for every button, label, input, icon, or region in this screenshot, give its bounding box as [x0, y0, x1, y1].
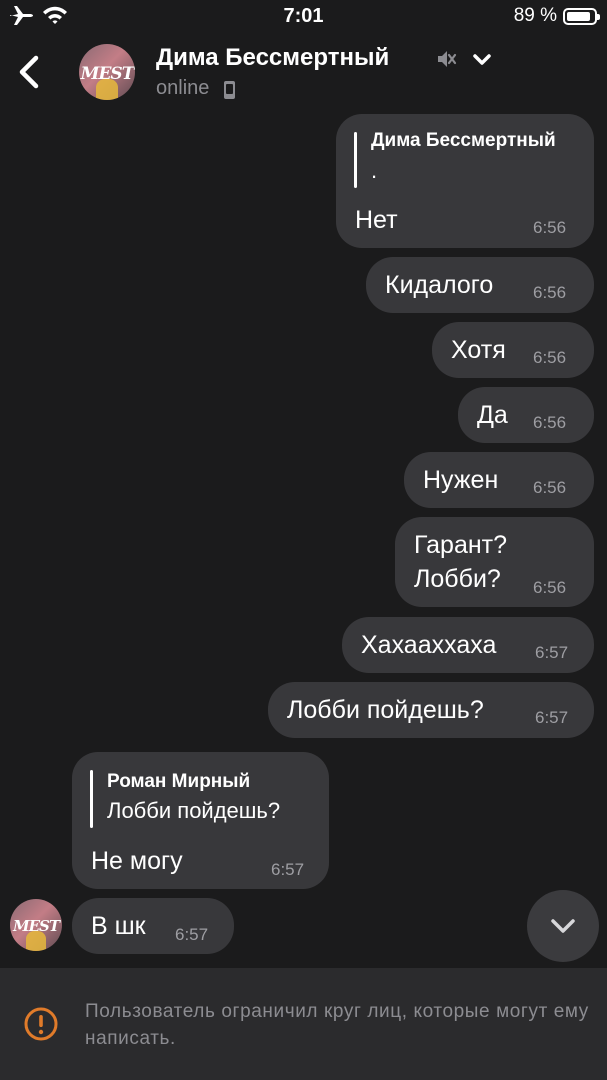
chevron-left-icon: [19, 55, 39, 89]
message-time: 6:56: [533, 413, 567, 432]
message-time: 6:56: [533, 348, 567, 367]
chat-header: MEST Дима Бессмертный online: [0, 34, 607, 114]
message-text: Лобби пойдешь?: [287, 696, 484, 724]
battery-icon: [563, 7, 600, 25]
message-time: 6:57: [271, 860, 305, 879]
mobile-device-icon: [224, 81, 235, 99]
message-time: 6:57: [535, 643, 569, 662]
message-time: 6:56: [533, 478, 567, 497]
status-right: 89 %: [513, 5, 600, 27]
message-bubble-incoming[interactable]: В шк 6:57: [72, 898, 234, 954]
message-text: В шк: [91, 912, 146, 940]
message-time: 6:56: [533, 578, 567, 597]
message-text-line1: Гарант?: [414, 531, 508, 559]
reply-bar: [90, 770, 93, 828]
sender-avatar[interactable]: MEST: [10, 899, 62, 951]
speaker-muted-icon: [438, 51, 457, 67]
battery-fill: [567, 11, 590, 21]
reply-bar: [354, 132, 357, 188]
message-bubble-outgoing[interactable]: Дима Бессмертный . Нет 6:56: [336, 114, 594, 248]
message-text: Хотя: [451, 336, 506, 364]
chevron-down-icon[interactable]: [471, 51, 493, 69]
message-time: 6:56: [533, 283, 567, 302]
reply-text: .: [371, 158, 378, 183]
message-time: 6:56: [533, 218, 567, 237]
back-button[interactable]: [12, 52, 48, 92]
message-text: Да: [477, 401, 508, 429]
reply-author: Дима Бессмертный: [371, 130, 556, 151]
restriction-text: Пользователь ограничил круг лиц, которые…: [85, 1001, 589, 1049]
message-bubble-outgoing[interactable]: Хахааххаха 6:57: [342, 617, 594, 673]
warning-icon: [24, 1007, 58, 1041]
message-text: Кидалого: [385, 271, 494, 299]
message-time: 6:57: [175, 925, 209, 944]
chevron-down-icon: [551, 919, 575, 933]
message-text-line2: Лобби?: [414, 565, 501, 593]
contact-name[interactable]: Дима Бессмертный: [156, 44, 389, 72]
message-bubble-outgoing[interactable]: Кидалого 6:56: [366, 257, 594, 313]
scroll-down-button[interactable]: [527, 890, 599, 962]
chat-screen: 7:01 89 % MEST Дима Бессмертный online Д…: [0, 0, 607, 1080]
battery-percent: 89 %: [513, 5, 557, 26]
message-text: Не могу: [91, 847, 183, 875]
message-bubble-incoming[interactable]: Роман Мирный Лобби пойдешь? Не могу 6:57: [72, 752, 329, 889]
message-text: Нужен: [423, 466, 499, 494]
contact-status: online: [156, 77, 210, 99]
message-bubble-outgoing[interactable]: Нужен 6:56: [404, 452, 594, 508]
message-bubble-outgoing[interactable]: Да 6:56: [458, 387, 594, 443]
message-bubble-outgoing[interactable]: Хотя 6:56: [432, 322, 594, 378]
contact-avatar[interactable]: MEST: [79, 44, 135, 100]
message-bubble-outgoing[interactable]: Гарант? Лобби? 6:56: [395, 517, 594, 607]
status-bar: 7:01 89 %: [0, 0, 607, 34]
message-text: Хахааххаха: [361, 631, 497, 659]
avatar-logo-text: MEST: [12, 917, 60, 936]
reply-author: Роман Мирный: [107, 771, 251, 792]
avatar-logo-text: MEST: [80, 63, 135, 84]
message-time: 6:57: [535, 708, 569, 727]
message-text: Нет: [355, 206, 398, 234]
message-bubble-outgoing[interactable]: Лобби пойдешь? 6:57: [268, 682, 594, 738]
restriction-banner: Пользователь ограничил круг лиц, которые…: [0, 968, 607, 1080]
reply-text: Лобби пойдешь?: [107, 798, 281, 823]
